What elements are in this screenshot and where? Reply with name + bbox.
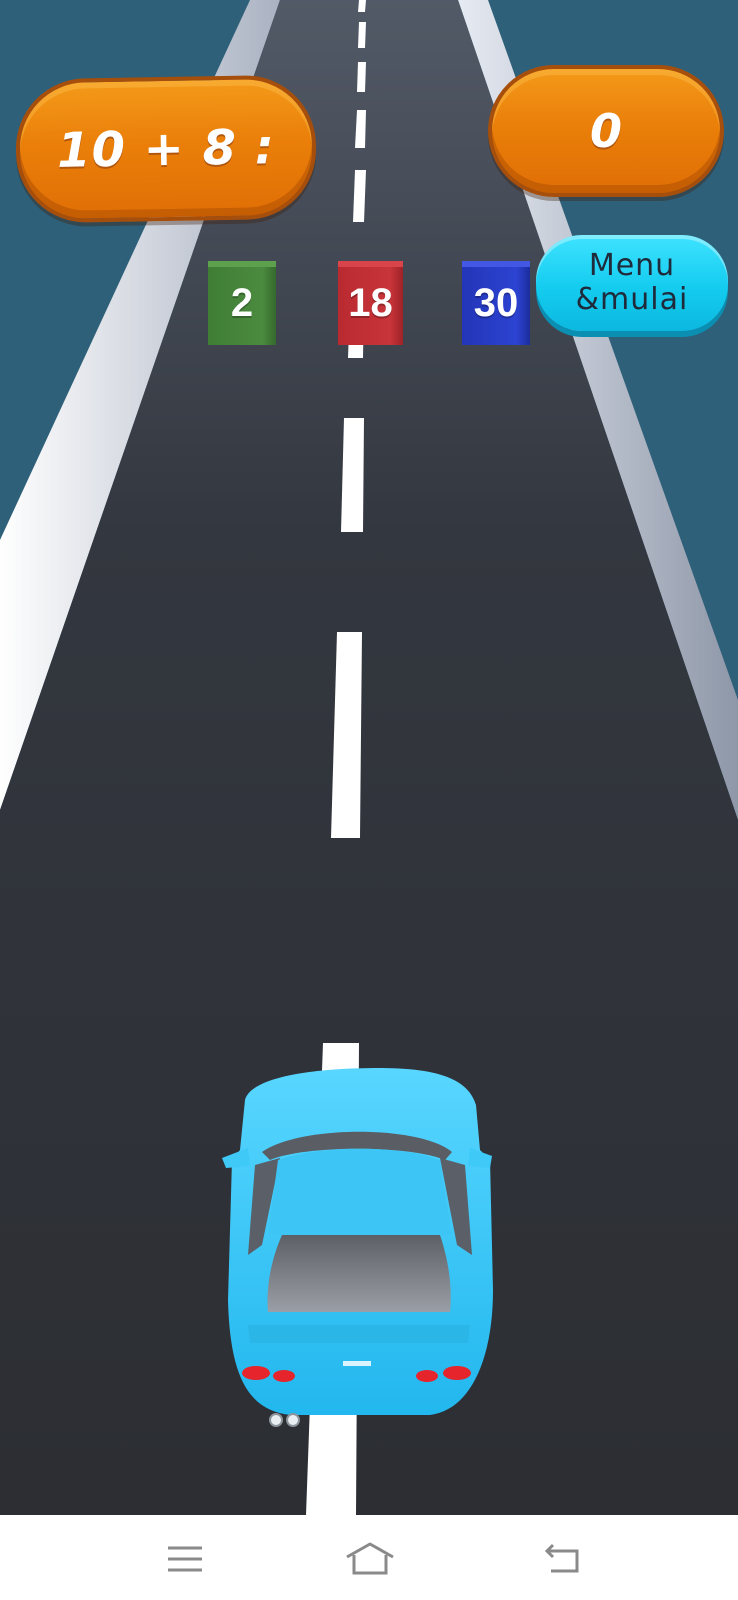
answer-value: 30 <box>473 280 519 325</box>
menu-icon <box>168 1546 202 1572</box>
lane-dash <box>353 170 366 222</box>
game-screen[interactable]: 10 + 8 : 0 Menu &mulai 2 18 30 <box>0 0 738 1600</box>
road-scene <box>0 0 738 1515</box>
nav-back-button[interactable] <box>533 1529 593 1589</box>
tail-light-right-outer <box>443 1366 471 1380</box>
exhaust-left <box>269 1413 283 1427</box>
tail-light-left-outer <box>242 1366 270 1380</box>
lane-dash <box>357 62 366 92</box>
rear-window <box>267 1235 451 1312</box>
back-icon <box>544 1543 579 1573</box>
lane-dash <box>358 0 366 12</box>
rear-spoiler <box>248 1325 470 1343</box>
answer-value: 2 <box>230 280 254 325</box>
menu-button-label-line2: &mulai <box>575 282 689 317</box>
menu-start-button[interactable]: Menu &mulai <box>536 235 728 331</box>
car-roof <box>268 1148 452 1235</box>
tail-light-right-inner <box>416 1370 438 1382</box>
lane-dash <box>358 22 366 48</box>
answer-value: 18 <box>348 280 393 325</box>
exhaust-right <box>286 1413 300 1427</box>
answer-box-green[interactable]: 2 <box>208 261 276 345</box>
score-panel: 0 <box>488 65 724 197</box>
home-icon <box>346 1542 394 1575</box>
question-text: 10 + 8 : <box>56 119 276 179</box>
nav-home-button[interactable] <box>340 1529 400 1589</box>
nav-recent-apps-button[interactable] <box>155 1529 215 1589</box>
answer-box-red[interactable]: 18 <box>338 261 403 345</box>
menu-button-label-line1: Menu <box>588 248 676 283</box>
question-panel: 10 + 8 : <box>14 74 318 224</box>
answer-box-blue[interactable]: 30 <box>462 261 530 345</box>
player-car[interactable] <box>222 1068 493 1427</box>
score-value: 0 <box>589 104 622 158</box>
system-navigation-bar <box>0 1515 738 1600</box>
tail-light-left-inner <box>273 1370 295 1382</box>
license-plate-light <box>343 1361 371 1366</box>
lane-dash <box>341 418 364 532</box>
